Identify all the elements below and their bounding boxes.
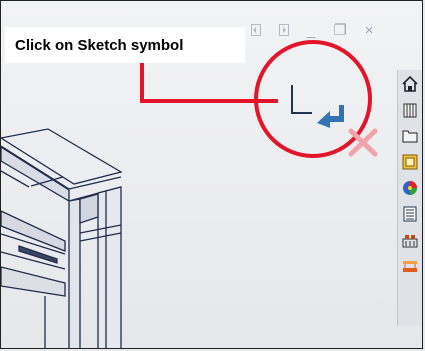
forum-icon[interactable] [399,228,421,252]
minimize-button[interactable]: _ [307,23,315,38]
restore-button[interactable]: ❐ [333,23,346,38]
home-icon[interactable] [399,72,421,96]
toolbox-icon[interactable] [399,254,421,278]
close-button[interactable]: × [365,23,374,38]
design-library-icon[interactable] [399,98,421,122]
instruction-callout: Click on Sketch symbol [5,27,245,63]
collapse-left-button[interactable] [251,24,261,36]
cancel-x-icon[interactable] [348,128,378,157]
file-explorer-icon[interactable] [399,124,421,148]
appearances-icon[interactable] [399,176,421,200]
task-pane-tabs [397,70,422,326]
custom-properties-icon[interactable] [399,202,421,226]
sketch-exit-icon[interactable] [291,85,344,128]
window-controls: _ ❐ × [251,19,392,41]
graphics-area[interactable]: Click on Sketch symbol _ ❐ × [0,0,423,349]
collapse-right-button[interactable] [279,24,289,36]
frame-model [1,128,123,348]
view-palette-icon[interactable] [399,150,421,174]
instruction-text: Click on Sketch symbol [15,36,184,54]
